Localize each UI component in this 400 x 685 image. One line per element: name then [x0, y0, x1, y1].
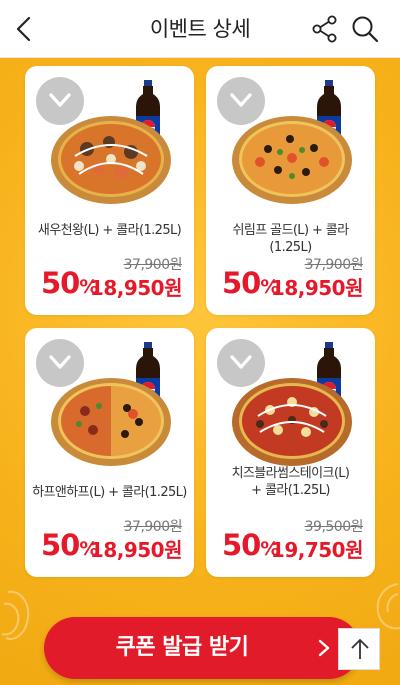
page-title: 이벤트 상세	[149, 17, 251, 41]
sale-price: 18,950원	[270, 276, 364, 300]
pizza-image	[51, 116, 171, 204]
product-name: 쉬림프 골드(L) + 콜라(1.25L)	[232, 223, 350, 255]
pizza-image	[232, 378, 352, 466]
share-icon[interactable]	[310, 14, 340, 44]
product-card[interactable]: 새우천왕(L) + 콜라(1.25L) 37,900원 50% 18,950원	[25, 66, 194, 315]
search-icon[interactable]	[350, 14, 380, 44]
product-name: 하프앤하프(L) + 콜라(1.25L)	[32, 485, 187, 500]
product-name: 치즈블라썸스테이크(L) + 콜라(1.25L)	[231, 466, 350, 498]
app-header: 이벤트 상세	[0, 0, 400, 58]
issue-coupon-button[interactable]: 쿠폰 발급 받기	[44, 617, 360, 679]
pizza-image	[51, 378, 171, 466]
original-price: 39,500원	[304, 519, 364, 535]
original-price: 37,900원	[123, 519, 183, 535]
original-price: 37,900원	[304, 257, 364, 273]
pepper-doodle-icon	[1, 590, 30, 640]
original-price: 37,900원	[123, 257, 183, 273]
product-name: 새우천왕(L) + 콜라(1.25L)	[37, 223, 182, 238]
product-card[interactable]: 하프앤하프(L) + 콜라(1.25L) 37,900원 50% 18,950원	[25, 328, 194, 577]
event-content: 새우천왕(L) + 콜라(1.25L) 37,900원 50% 18,950원	[0, 58, 400, 685]
pizza-image	[232, 116, 352, 204]
product-card[interactable]: 쉬림프 골드(L) + 콜라(1.25L) 37,900원 50% 18,950…	[206, 66, 375, 315]
arrow-up-icon	[351, 639, 369, 659]
sale-price: 18,950원	[89, 538, 183, 562]
scroll-top-button[interactable]	[338, 628, 380, 670]
sale-price: 19,750원	[270, 538, 364, 562]
chevron-right-icon	[318, 639, 330, 657]
product-card[interactable]: 치즈블라썸스테이크(L) + 콜라(1.25L) 39,500원 50% 19,…	[206, 328, 375, 577]
coupon-button-label: 쿠폰 발급 받기	[115, 635, 249, 660]
sale-price: 18,950원	[89, 276, 183, 300]
